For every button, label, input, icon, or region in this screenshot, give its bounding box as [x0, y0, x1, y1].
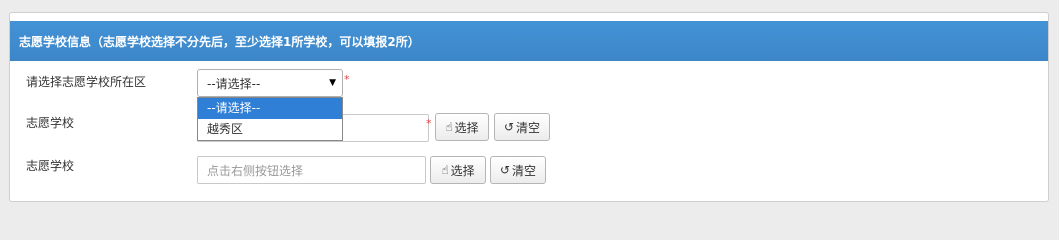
district-option-placeholder[interactable]: --请选择--	[198, 98, 342, 119]
school2-placeholder: 点击右侧按钮选择	[207, 163, 304, 178]
pointer-hand-icon: ☝	[441, 163, 449, 177]
undo-icon: ↺	[503, 120, 515, 134]
district-selected-value: --请选择--	[207, 76, 261, 91]
school1-clear-button[interactable]: ↺ 清空	[494, 113, 550, 141]
school1-clear-label: 清空	[516, 120, 541, 135]
school1-required-mark: *	[426, 117, 432, 130]
caret-down-icon: ▼	[329, 78, 336, 88]
school1-label: 志愿学校	[26, 116, 75, 130]
school2-label: 志愿学校	[26, 159, 75, 173]
district-label: 请选择志愿学校所在区	[26, 75, 147, 89]
school2-clear-button[interactable]: ↺ 清空	[490, 156, 546, 184]
school2-clear-label: 清空	[512, 163, 537, 178]
district-option-yuexiu[interactable]: 越秀区	[198, 119, 342, 140]
school1-select-button[interactable]: ☝ 选择	[435, 113, 489, 141]
district-required-mark: *	[344, 73, 350, 86]
pointer-hand-icon: ☝	[445, 120, 453, 134]
panel-title: 志愿学校信息（志愿学校选择不分先后，至少选择1所学校，可以填报2所）	[10, 21, 1048, 61]
school1-select-label: 选择	[454, 120, 479, 135]
school2-input[interactable]: 点击右侧按钮选择	[197, 156, 426, 184]
school2-select-label: 选择	[450, 163, 475, 178]
school2-select-button[interactable]: ☝ 选择	[430, 156, 486, 184]
district-select[interactable]: --请选择-- ▼	[197, 69, 343, 97]
school-choice-panel: 志愿学校信息（志愿学校选择不分先后，至少选择1所学校，可以填报2所） 请选择志愿…	[9, 12, 1049, 202]
undo-icon: ↺	[499, 163, 511, 177]
district-dropdown-list: --请选择-- 越秀区	[197, 97, 343, 141]
